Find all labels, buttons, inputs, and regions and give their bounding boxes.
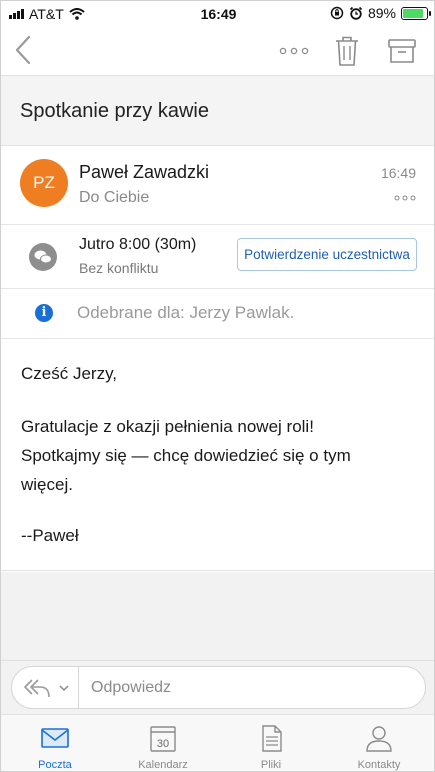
- alarm-icon: [349, 6, 363, 20]
- tab-contacts[interactable]: Kontakty: [325, 715, 433, 771]
- tab-files[interactable]: Pliki: [217, 715, 325, 771]
- email-subject: Spotkanie przy kawie: [20, 100, 209, 122]
- sender-name: Paweł Zawadzki: [79, 162, 210, 182]
- body-greeting: Cześć Jerzy,: [21, 364, 118, 383]
- reply-bar: Odpowiedz: [1, 660, 434, 714]
- archive-button[interactable]: [386, 36, 418, 66]
- sender-row[interactable]: PZ Paweł Zawadzki Do Ciebie 16:49: [1, 146, 434, 225]
- message-footer-area: [1, 572, 434, 660]
- tab-calendar[interactable]: 30 Kalendarz: [109, 715, 217, 771]
- tab-label: Kalendarz: [138, 759, 188, 771]
- body-line: Spotkajmy się — chcę dowiedzieć się o ty…: [21, 446, 351, 465]
- contacts-icon: [366, 726, 392, 752]
- meeting-time: Jutro 8:00 (30m): [79, 236, 197, 253]
- reply-divider: [78, 667, 79, 708]
- body-line: więcej.: [21, 475, 73, 494]
- back-button[interactable]: [11, 33, 39, 67]
- chevron-down-icon[interactable]: [58, 683, 70, 693]
- subject-header: Spotkanie przy kawie: [1, 75, 434, 146]
- orientation-lock-icon: [330, 6, 344, 20]
- avatar[interactable]: PZ: [20, 159, 68, 207]
- battery-percent: 89%: [367, 5, 396, 21]
- body-signature: --Paweł: [21, 526, 79, 545]
- info-icon: i: [35, 304, 53, 322]
- tab-label: Poczta: [38, 759, 72, 771]
- reply-placeholder[interactable]: Odpowiedz: [91, 679, 171, 697]
- email-screen: AT&T 16:49 89% Spotkanie przy kawie PZ P…: [0, 0, 435, 772]
- status-bar: AT&T 16:49 89%: [1, 1, 434, 27]
- message-details-icon[interactable]: [394, 194, 416, 202]
- conflict-status: Bez konfliktu: [79, 260, 159, 276]
- rsvp-button[interactable]: Potwierdzenie uczestnictwa: [237, 238, 417, 271]
- message-toolbar: [1, 27, 434, 75]
- tab-label: Pliki: [260, 759, 282, 771]
- tab-bar: Poczta 30 Kalendarz Pliki Kontakty: [1, 714, 434, 771]
- file-icon: [262, 725, 282, 752]
- more-options-button[interactable]: [277, 41, 311, 61]
- mail-icon: [41, 728, 69, 748]
- body-line: Gratulacje z okazji pełnienia nowej roli…: [21, 417, 314, 436]
- calendar-icon: 30: [150, 726, 176, 752]
- battery-icon: [401, 6, 431, 20]
- reply-field[interactable]: Odpowiedz: [11, 666, 426, 709]
- received-for-row: i Odebrane dla: Jerzy Pawlak.: [1, 289, 434, 339]
- message-time: 16:49: [380, 165, 416, 181]
- recipient-label: Do Ciebie: [79, 189, 150, 206]
- calendar-day: 30: [157, 738, 169, 750]
- received-for-text: Odebrane dla: Jerzy Pawlak.: [77, 303, 295, 322]
- meeting-invite-row: Jutro 8:00 (30m) Bez konfliktu Potwierdz…: [1, 225, 434, 289]
- message-body: Cześć Jerzy, Gratulacje z okazji pełnien…: [1, 339, 434, 571]
- reply-icon[interactable]: [22, 676, 52, 700]
- tab-mail[interactable]: Poczta: [1, 715, 109, 771]
- delete-button[interactable]: [332, 34, 362, 68]
- tab-label: Kontakty: [357, 759, 401, 771]
- meeting-icon: [29, 243, 57, 271]
